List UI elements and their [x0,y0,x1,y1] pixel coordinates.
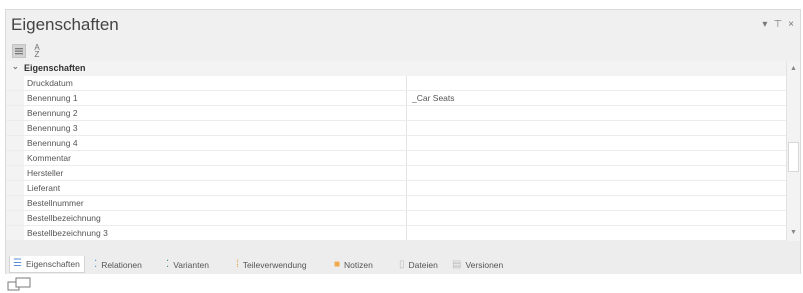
category-row[interactable]: ⌄ Eigenschaften [6,61,786,76]
row-gutter [6,181,24,195]
property-row[interactable]: Lieferant [6,181,786,196]
category-label: Eigenschaften [24,63,86,73]
row-gutter [6,196,24,210]
property-grid-toolbar: A Z [6,41,800,61]
scrollbar-thumb[interactable] [788,141,799,172]
usage-icon: ⁞ [236,258,239,270]
property-row[interactable]: Bestellnummer [6,196,786,211]
column-divider [406,136,407,150]
column-divider [406,151,407,165]
bottom-tab-strip: ☰ Eigenschaften ⁚ Relationen ⁚ Varianten ⁞ Teil… [6,243,800,274]
properties-panel: Eigenschaften ▾ ⊤ × A Z ⌄ Eigenschaften … [5,9,801,274]
vertical-scrollbar[interactable]: ▲ ▼ [786,61,800,241]
tab-relationen[interactable]: ⁚ Relationen [94,256,142,273]
tab-notizen[interactable]: ■ Notizen [334,256,373,273]
tab-label: Notizen [344,259,373,270]
property-row[interactable]: Druckdatum [6,76,786,91]
property-row[interactable]: Benennung 1 _Car Seats [6,91,786,106]
row-gutter [6,106,24,120]
tab-label: Relationen [101,259,142,270]
row-gutter [6,211,24,225]
panel-title-bar: Eigenschaften ▾ ⊤ × [6,10,800,41]
files-icon: ▯ [399,258,405,270]
column-divider [406,226,407,240]
relations-icon: ⁚ [94,258,98,270]
column-divider [406,76,407,90]
tab-teileverwendung[interactable]: ⁞ Teileverwendung [236,256,307,273]
property-row[interactable]: Bestellbezeichnung 3 [6,226,786,241]
tab-label: Versionen [465,259,504,270]
column-divider [406,166,407,180]
tab-dateien[interactable]: ▯ Dateien [399,256,438,273]
property-name: Hersteller [27,168,64,178]
property-name: Bestellnummer [27,198,84,208]
column-divider [406,91,407,105]
property-grid: ⌄ Eigenschaften Druckdatum Benennung 1 _Ca… [6,61,786,241]
column-divider [406,106,407,120]
row-gutter [6,151,24,165]
property-value[interactable]: _Car Seats [412,93,455,103]
float-window-icon[interactable] [7,277,33,291]
row-gutter [6,76,24,90]
tab-varianten[interactable]: ⁚ Varianten [166,256,209,273]
column-divider [406,211,407,225]
column-divider [406,121,407,135]
tab-label: Eigenschaften [25,259,80,269]
versions-icon: ▤ [452,258,462,270]
property-name: Bestellbezeichnung [27,213,101,223]
categorized-view-icon[interactable] [12,44,26,58]
panel-window-buttons: ▾ ⊤ × [762,20,794,30]
column-divider [406,181,407,195]
property-name: Benennung 4 [27,138,78,148]
property-row[interactable]: Benennung 4 [6,136,786,151]
property-row[interactable]: Hersteller [6,166,786,181]
row-gutter [6,121,24,135]
row-gutter [6,91,24,105]
row-gutter [6,136,24,150]
tab-eigenschaften[interactable]: ☰ Eigenschaften [9,256,85,273]
pin-icon[interactable]: ⊤ [773,20,782,30]
row-gutter [6,166,24,180]
property-name: Benennung 1 [27,93,78,103]
variants-icon: ⁚ [166,258,170,270]
property-row[interactable]: Kommentar [6,151,786,166]
scroll-up-icon[interactable]: ▲ [787,63,800,75]
property-name: Benennung 2 [27,108,78,118]
scroll-down-icon[interactable]: ▼ [787,227,800,239]
row-gutter [6,226,24,240]
properties-icon: ☰ [13,258,22,269]
dropdown-icon[interactable]: ▾ [762,20,767,30]
panel-title: Eigenschaften [11,15,119,34]
collapse-icon[interactable]: ⌄ [12,62,19,71]
tab-label: Dateien [408,259,438,270]
property-name: Bestellbezeichnung 3 [27,228,108,238]
tab-label: Teileverwendung [242,259,307,270]
property-row[interactable]: Benennung 2 [6,106,786,121]
column-divider [406,196,407,210]
property-name: Lieferant [27,183,61,193]
tab-versionen[interactable]: ▤ Versionen [452,256,503,273]
tab-label: Varianten [173,259,209,270]
property-name: Druckdatum [27,78,73,88]
sort-alphabetical-icon[interactable]: A Z [30,44,44,59]
close-icon[interactable]: × [788,20,794,30]
property-name: Benennung 3 [27,123,78,133]
property-row[interactable]: Benennung 3 [6,121,786,136]
notes-icon: ■ [334,258,341,270]
property-row[interactable]: Bestellbezeichnung [6,211,786,226]
property-name: Kommentar [27,153,71,163]
sort-z-glyph: Z [34,50,40,59]
